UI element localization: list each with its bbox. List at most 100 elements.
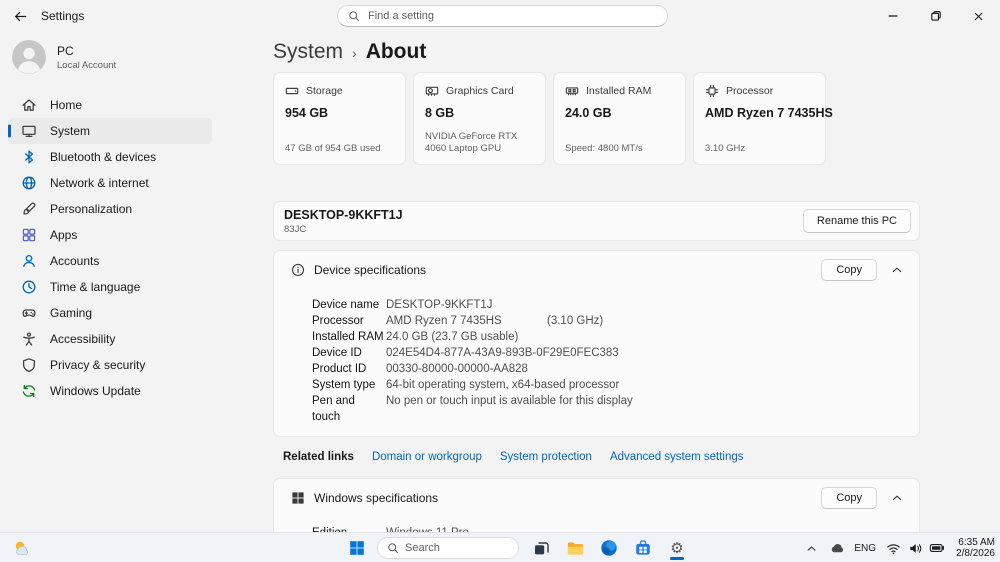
tray-app-icon[interactable]: [828, 539, 846, 557]
related-links: Related links Domain or workgroup System…: [283, 451, 1000, 463]
device-specifications-body: Device name DESKTOP-9KKFT1J Processor AM…: [274, 288, 919, 436]
sidebar-item-accounts[interactable]: Accounts: [8, 248, 212, 274]
spec-value: DESKTOP-9KKFT1J: [386, 299, 493, 311]
settings-search-input[interactable]: [368, 10, 657, 22]
rename-pc-button[interactable]: Rename this PC: [802, 209, 911, 233]
taskbar: ⚙ ENG 6:35 AM 2/8/2026: [0, 532, 1000, 562]
windows-specifications-body: Edition Windows 11 Pro: [274, 516, 919, 532]
link-domain-or-workgroup[interactable]: Domain or workgroup: [372, 451, 482, 463]
wifi-icon: [884, 539, 902, 557]
minimize-button[interactable]: [871, 0, 914, 32]
copy-windows-specs-button[interactable]: Copy: [821, 486, 877, 509]
back-button[interactable]: [5, 3, 35, 29]
card-detail: Speed: 4800 MT/s: [565, 142, 643, 154]
personalization-icon: [21, 201, 37, 217]
sidebar-item-accessibility[interactable]: Accessibility: [8, 326, 212, 352]
taskbar-center: ⚙: [347, 533, 689, 562]
clock[interactable]: 6:35 AM 2/8/2026: [956, 537, 995, 559]
breadcrumb-separator-icon: ›: [352, 45, 357, 61]
sidebar-item-personalization[interactable]: Personalization: [8, 196, 212, 222]
account-button[interactable]: PC Local Account: [12, 40, 270, 74]
device-name-bar: DESKTOP-9KKFT1J 83JC Rename this PC: [273, 201, 920, 241]
gaming-icon: [21, 305, 37, 321]
task-view-icon[interactable]: [529, 535, 553, 561]
link-advanced-system-settings[interactable]: Advanced system settings: [610, 451, 744, 463]
edge-icon[interactable]: [597, 535, 621, 561]
weather-icon[interactable]: [12, 538, 32, 558]
titlebar: Settings: [0, 0, 1000, 32]
spec-label: Device name: [312, 299, 380, 311]
spec-value-cell: Windows 11 Pro: [386, 525, 905, 532]
search-icon: [348, 10, 360, 22]
card-label: Installed RAM: [586, 85, 652, 97]
chevron-up-icon[interactable]: [888, 261, 906, 279]
windows-specifications-header[interactable]: Windows specifications Copy: [274, 479, 919, 516]
sidebar-item-label: Accounts: [50, 254, 100, 268]
sidebar-item-home[interactable]: Home: [8, 92, 212, 118]
hidden-icons-chevron[interactable]: [802, 539, 820, 557]
spec-value-cell: No pen or touch input is available for t…: [386, 393, 905, 425]
summary-cards: Storage 954 GB 47 GB of 954 GB used Grap…: [273, 72, 1000, 165]
microsoft-store-icon[interactable]: [631, 535, 655, 561]
copy-device-specs-button[interactable]: Copy: [821, 258, 877, 281]
spec-label: Product ID: [312, 363, 367, 375]
sidebar-item-apps[interactable]: Apps: [8, 222, 212, 248]
sidebar-item-bluetooth-devices[interactable]: Bluetooth & devices: [8, 144, 212, 170]
windows-update-icon: [21, 383, 37, 399]
taskbar-search-input[interactable]: [405, 542, 509, 554]
spec-value: No pen or touch input is available for t…: [386, 395, 633, 407]
spec-row: Edition Windows 11 Pro: [312, 525, 905, 532]
sidebar-item-label: Network & internet: [50, 176, 149, 190]
device-specifications-header[interactable]: Device specifications Copy: [274, 251, 919, 288]
breadcrumb-system[interactable]: System: [273, 40, 343, 64]
quick-settings[interactable]: [884, 539, 946, 557]
sidebar-item-label: Bluetooth & devices: [50, 150, 157, 164]
spec-value-cell: 64-bit operating system, x64-based proce…: [386, 377, 905, 393]
related-links-label: Related links: [283, 451, 354, 463]
language-indicator[interactable]: ENG: [854, 543, 876, 554]
sidebar-item-network-internet[interactable]: Network & internet: [8, 170, 212, 196]
spec-value: 64-bit operating system, x64-based proce…: [386, 379, 620, 391]
spec-value-cell: 024E54D4-877A-43A9-893B-0F29E0FEC383: [386, 345, 905, 361]
device-subtitle: 83JC: [284, 223, 307, 235]
gear-icon: ⚙: [670, 539, 684, 557]
spec-row: Pen and touch No pen or touch input is a…: [312, 393, 905, 425]
sidebar-item-windows-update[interactable]: Windows Update: [8, 378, 212, 404]
spec-label: Device ID: [312, 347, 362, 359]
spec-label: Processor: [312, 315, 364, 327]
link-system-protection[interactable]: System protection: [500, 451, 592, 463]
close-button[interactable]: [957, 0, 1000, 32]
storage-icon: [285, 84, 299, 98]
sidebar-item-label: System: [50, 124, 91, 138]
spec-row: System type 64-bit operating system, x64…: [312, 377, 905, 393]
sidebar-item-label: Gaming: [50, 306, 93, 320]
bluetooth-icon: [21, 149, 37, 165]
device-name: DESKTOP-9KKFT1J: [284, 207, 403, 222]
section-title: Windows specifications: [314, 490, 439, 505]
spec-value-cell: 00330-80000-00000-AA828: [386, 361, 905, 377]
card-value: AMD Ryzen 7 7435HS: [705, 106, 833, 120]
card-detail: 47 GB of 954 GB used: [285, 142, 381, 154]
battery-icon: [928, 539, 946, 557]
chevron-up-icon[interactable]: [888, 489, 906, 507]
graphics-card-icon: [425, 84, 439, 98]
spec-value: 24.0 GB (23.7 GB usable): [386, 331, 519, 343]
account-name: PC: [57, 43, 74, 58]
start-button[interactable]: [347, 538, 367, 558]
sidebar-item-label: Accessibility: [50, 332, 116, 346]
spec-label: System type: [312, 379, 376, 391]
window-controls: [871, 0, 1000, 32]
sidebar: PC Local Account Home System Bluetooth &…: [0, 32, 270, 532]
restore-button[interactable]: [914, 0, 957, 32]
graphics-card-card: Graphics Card 8 GB NVIDIA GeForce RTX 40…: [413, 72, 546, 165]
sidebar-item-time-language[interactable]: Time & language: [8, 274, 212, 300]
spec-label: Edition: [312, 525, 386, 532]
accounts-icon: [21, 253, 37, 269]
file-explorer-icon[interactable]: [563, 535, 587, 561]
settings-taskbar-icon[interactable]: ⚙: [665, 535, 689, 561]
card-detail: NVIDIA GeForce RTX 4060 Laptop GPU: [425, 131, 518, 154]
sidebar-item-privacy-security[interactable]: Privacy & security: [8, 352, 212, 378]
sidebar-item-system[interactable]: System: [8, 118, 212, 144]
sidebar-item-gaming[interactable]: Gaming: [8, 300, 212, 326]
processor-icon: [705, 84, 719, 98]
